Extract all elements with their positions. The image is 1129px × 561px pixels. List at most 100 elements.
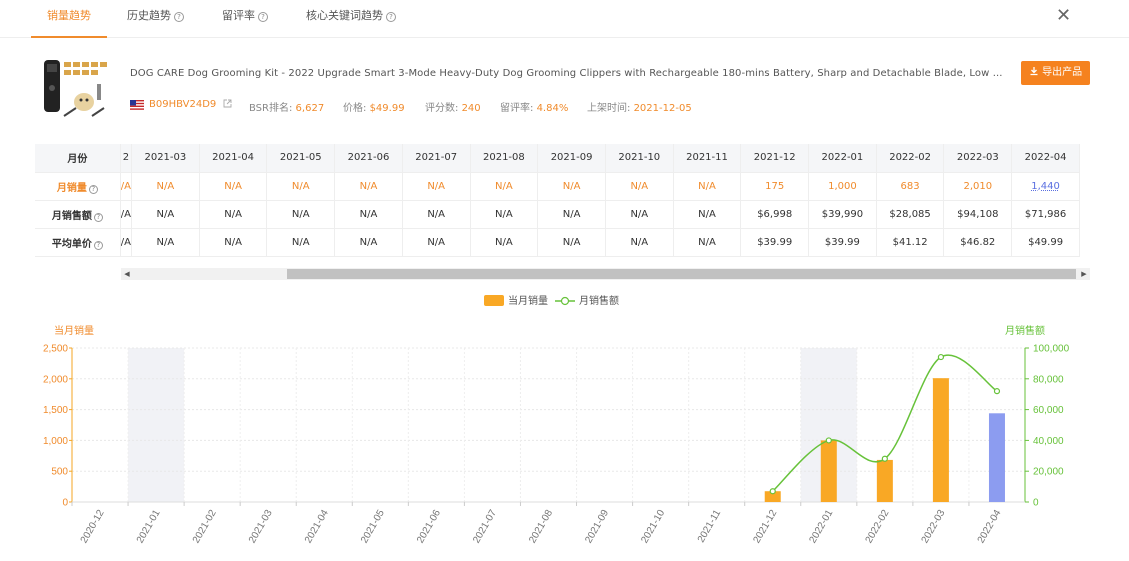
table-cell: $71,986 — [1011, 200, 1080, 229]
scroll-left-arrow-icon[interactable]: ◀ — [121, 268, 133, 280]
y-left-tick-label: 2,500 — [43, 344, 68, 355]
y-left-tick-label: 1,500 — [43, 405, 68, 416]
help-icon[interactable]: ? — [258, 12, 268, 22]
month-header-cell: 2021-11 — [673, 144, 742, 173]
launch-value: 2021-12-05 — [633, 103, 692, 114]
table-cell: N/A — [402, 228, 471, 257]
bar-monthly-sales — [820, 440, 837, 502]
row-label-monthly-sales: 月销量? — [35, 172, 121, 201]
month-header-cell: 2021-07 — [402, 144, 471, 173]
table-cell: N/A — [199, 200, 268, 229]
export-product-button[interactable]: 导出产品 — [1021, 61, 1090, 85]
table-cell: 2 — [120, 144, 133, 173]
table-cell: N/A — [334, 172, 403, 201]
x-tick-label: 2021-04 — [303, 508, 331, 546]
table-cell: /A — [120, 172, 133, 201]
line-point-monthly-revenue — [937, 353, 945, 361]
row-label-avg-price: 平均单价? — [35, 228, 121, 257]
tab-history-trend[interactable]: 历史趋势? — [127, 0, 184, 38]
x-tick-label: 2022-03 — [920, 508, 948, 546]
tab-label: 销量趋势 — [47, 9, 91, 22]
help-icon[interactable]: ? — [88, 184, 98, 194]
bar-monthly-sales — [876, 459, 893, 502]
table-cell: /A — [120, 200, 133, 229]
month-header-cell: 2022-04 — [1011, 144, 1080, 173]
x-tick-label: 2020-12 — [79, 508, 107, 546]
y-left-tick-label: 0 — [62, 498, 68, 509]
tab-core-keyword-trend[interactable]: 核心关键词趋势? — [306, 0, 396, 38]
table-cell: $28,085 — [876, 200, 945, 229]
y-left-tick-label: 1,000 — [43, 436, 68, 447]
price-label: 价格: — [343, 103, 367, 114]
scroll-right-arrow-icon[interactable]: ▶ — [1078, 268, 1090, 280]
price-value: $49.99 — [369, 103, 405, 114]
help-icon[interactable]: ? — [174, 12, 184, 22]
table-cell: N/A — [605, 228, 674, 257]
external-link-icon[interactable] — [223, 99, 232, 108]
y-right-tick-label: 60,000 — [1033, 405, 1064, 416]
help-icon[interactable]: ? — [93, 212, 103, 222]
line-point-monthly-revenue — [769, 488, 776, 495]
x-tick-label: 2021-07 — [471, 508, 499, 546]
table-cell: $46.82 — [943, 228, 1013, 257]
legend-swatch-point — [560, 296, 570, 306]
export-label: 导出产品 — [1042, 67, 1083, 78]
month-header-cell: 2021-12 — [740, 144, 810, 173]
review-rate-value: 4.84% — [536, 103, 569, 114]
close-icon[interactable]: ✕ — [1056, 5, 1071, 26]
table-header-row: 月份 2 2021-03 2021-04 2021-05 2021-06 202… — [35, 144, 1080, 173]
help-icon[interactable]: ? — [386, 12, 396, 22]
table-cell: 683 — [876, 172, 945, 201]
product-title[interactable]: DOG CARE Dog Grooming Kit - 2022 Upgrade… — [130, 68, 1010, 79]
table-cell: N/A — [537, 172, 606, 201]
x-tick-label: 2021-09 — [583, 508, 611, 546]
x-tick-label: 2022-02 — [864, 508, 892, 546]
asin-link[interactable]: B09HBV24D9 — [149, 99, 232, 110]
asin-value: B09HBV24D9 — [149, 99, 217, 110]
tab-label: 历史趋势 — [127, 9, 171, 22]
x-tick-label: 2021-06 — [415, 508, 443, 546]
table-cell-current-month[interactable]: 1,440 — [1011, 172, 1080, 201]
product-image[interactable] — [42, 58, 110, 124]
table-cell: N/A — [199, 172, 268, 201]
table-cell: 175 — [740, 172, 810, 201]
tab-sales-trend[interactable]: 销量趋势 — [31, 0, 107, 38]
table-cell: 1,000 — [808, 172, 877, 201]
table-cell: N/A — [131, 172, 200, 201]
reviews-label: 评分数: — [425, 103, 459, 114]
review-rate: 留评率: 4.84% — [500, 99, 568, 114]
table-cell: N/A — [470, 228, 539, 257]
table-cell: $39.99 — [808, 228, 877, 257]
bar-monthly-sales — [932, 378, 949, 502]
us-flag-icon — [130, 100, 144, 110]
month-header-cell: 2021-09 — [537, 144, 606, 173]
help-icon[interactable]: ? — [93, 240, 103, 250]
month-header-cell: 2022-03 — [943, 144, 1013, 173]
tab-review-rate[interactable]: 留评率? — [222, 0, 268, 38]
table-cell: /A — [120, 228, 133, 257]
bar-monthly-sales — [988, 413, 1005, 502]
month-header-cell: 2021-04 — [199, 144, 268, 173]
table-cell: $39,990 — [808, 200, 877, 229]
table-cell: $94,108 — [943, 200, 1013, 229]
export-icon — [1030, 67, 1038, 76]
x-tick-label: 2021-01 — [135, 508, 163, 546]
month-header-cell: 2021-05 — [266, 144, 336, 173]
price: 价格: $49.99 — [343, 99, 405, 114]
x-tick-label: 2021-05 — [359, 508, 387, 546]
table-horizontal-scrollbar[interactable]: ◀ ▶ — [121, 268, 1090, 280]
sales-trend-chart: 0 500 1,000 1,500 2,000 2,500 0 20,000 40,000 60,… — [43, 294, 1070, 546]
table-cell: N/A — [131, 228, 200, 257]
table-cell: N/A — [266, 228, 336, 257]
x-tick-label: 2022-01 — [808, 508, 836, 546]
table-cell: N/A — [605, 172, 674, 201]
launch-label: 上架时间: — [587, 103, 631, 114]
table-cell: N/A — [673, 200, 742, 229]
table-cell: N/A — [266, 200, 336, 229]
scrollbar-thumb[interactable] — [287, 269, 1076, 279]
bsr-label: BSR排名: — [249, 103, 293, 114]
tab-label: 核心关键词趋势 — [306, 9, 383, 22]
tab-label: 留评率 — [222, 9, 255, 22]
bsr-rank: BSR排名: 6,627 — [249, 99, 324, 114]
y-right-tick-label: 100,000 — [1033, 344, 1070, 355]
